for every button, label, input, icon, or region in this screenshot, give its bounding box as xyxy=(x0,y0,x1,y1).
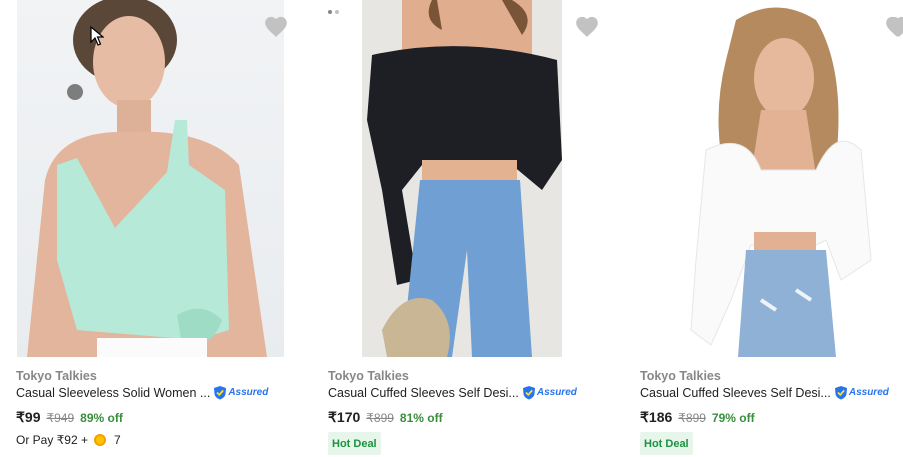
selling-price: ₹186 xyxy=(640,409,673,425)
or-pay-row: Or Pay ₹92 + 7 xyxy=(16,433,121,447)
white-square-neck-top-photo xyxy=(690,7,872,357)
selling-price: ₹99 xyxy=(16,409,41,425)
shield-icon xyxy=(834,386,847,400)
product-title-row[interactable]: Casual Cuffed Sleeves Self Desi... Assur… xyxy=(328,385,577,400)
product-card[interactable]: Tokyo Talkies Casual Sleeveless Solid Wo… xyxy=(0,0,300,457)
assured-label: Assured xyxy=(848,387,889,398)
heart-icon[interactable] xyxy=(574,14,600,38)
shield-icon xyxy=(214,386,227,400)
product-title[interactable]: Casual Sleeveless Solid Women ... xyxy=(16,386,210,400)
heart-icon[interactable] xyxy=(263,14,289,38)
product-image[interactable] xyxy=(362,0,562,357)
product-title-row[interactable]: Casual Cuffed Sleeves Self Desi... Assur… xyxy=(640,385,889,400)
carousel-dot xyxy=(328,10,332,14)
selling-price: ₹170 xyxy=(328,409,361,425)
brand-name: Tokyo Talkies xyxy=(328,369,409,383)
product-card[interactable]: Tokyo Talkies Casual Cuffed Sleeves Self… xyxy=(312,0,612,457)
discount-percent: 89% off xyxy=(80,411,123,425)
shield-icon xyxy=(522,386,535,400)
assured-label: Assured xyxy=(228,387,269,398)
image-carousel-dots xyxy=(328,10,339,14)
product-card[interactable]: Tokyo Talkies Casual Cuffed Sleeves Self… xyxy=(624,0,903,457)
original-price: ₹899 xyxy=(678,411,706,425)
carousel-dot xyxy=(335,10,339,14)
hot-deal-badge: Hot Deal xyxy=(328,432,381,455)
discount-percent: 81% off xyxy=(399,411,443,425)
brand-name: Tokyo Talkies xyxy=(640,369,721,383)
assured-label: Assured xyxy=(536,387,577,398)
black-off-shoulder-top-photo xyxy=(367,0,562,357)
assured-badge: Assured xyxy=(834,385,889,400)
mouse-cursor-icon xyxy=(90,26,104,46)
assured-badge: Assured xyxy=(522,385,577,400)
brand-name: Tokyo Talkies xyxy=(16,369,97,383)
product-image[interactable] xyxy=(17,0,284,357)
coin-count: 7 xyxy=(114,433,121,447)
hot-deal-badge: Hot Deal xyxy=(640,432,693,455)
price-row: ₹99 ₹949 89% off xyxy=(16,409,123,426)
product-title[interactable]: Casual Cuffed Sleeves Self Desi... xyxy=(328,386,519,400)
or-pay-text: Or Pay ₹92 + xyxy=(16,433,88,447)
supercoin-icon xyxy=(94,434,106,446)
original-price: ₹949 xyxy=(46,411,75,425)
price-row: ₹170 ₹899 81% off xyxy=(328,409,443,426)
teal-camisole-photo xyxy=(27,0,267,357)
assured-badge: Assured xyxy=(213,385,268,400)
product-title[interactable]: Casual Cuffed Sleeves Self Desi... xyxy=(640,386,831,400)
product-title-row[interactable]: Casual Sleeveless Solid Women ... Assure… xyxy=(16,385,268,400)
original-price: ₹899 xyxy=(366,411,394,425)
price-row: ₹186 ₹899 79% off xyxy=(640,409,755,426)
discount-percent: 79% off xyxy=(711,411,755,425)
heart-icon[interactable] xyxy=(886,14,903,38)
product-image[interactable] xyxy=(666,0,872,357)
